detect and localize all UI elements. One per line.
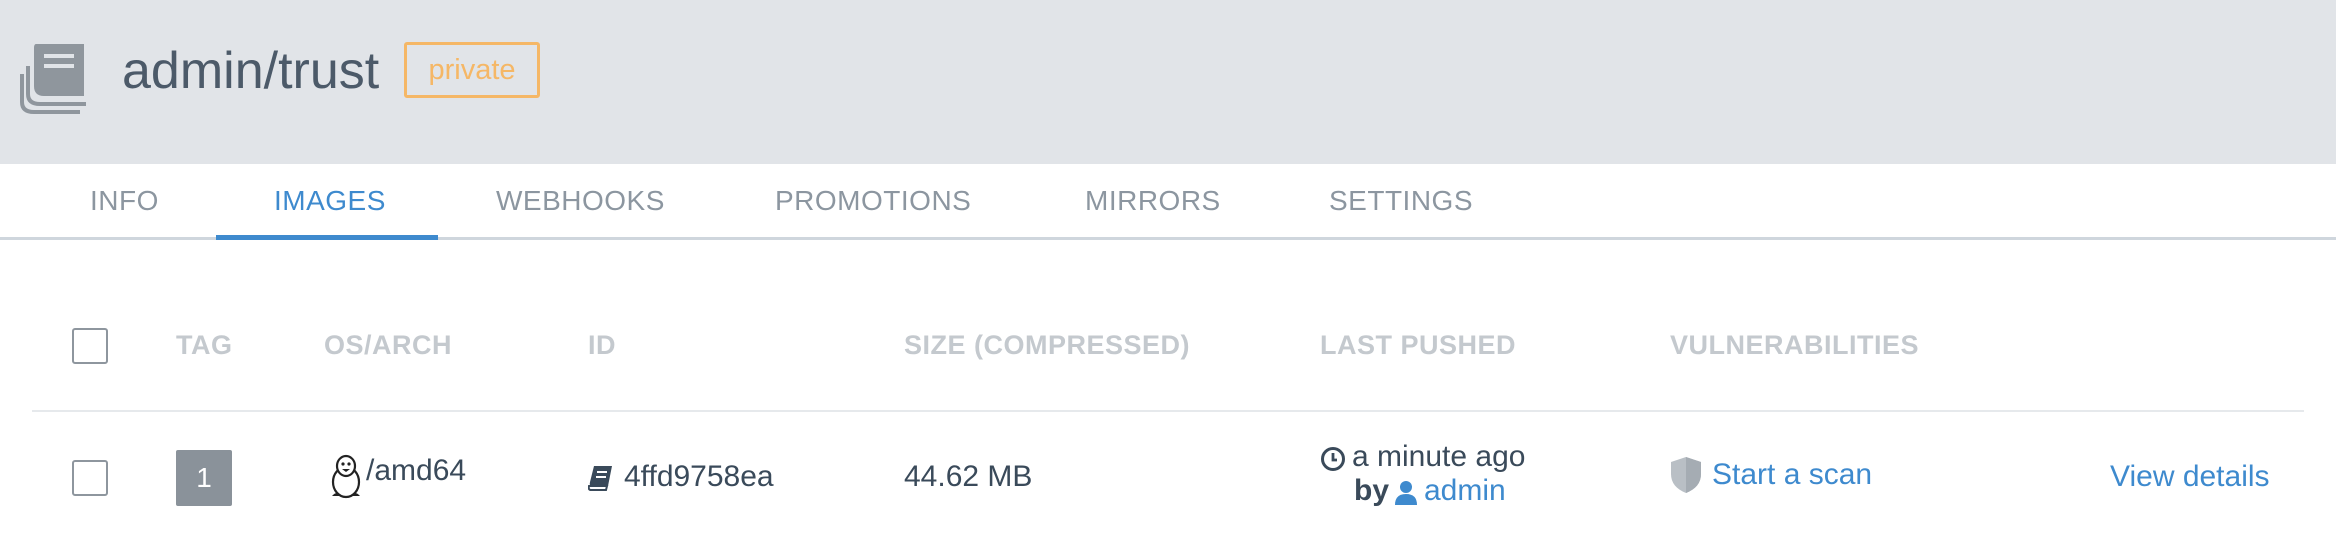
active-tab-indicator: [216, 235, 438, 240]
select-all-checkbox[interactable]: [72, 328, 108, 364]
shield-icon: [1671, 457, 1701, 493]
start-scan-link[interactable]: Start a scan: [1712, 458, 1872, 492]
repository-header: admin/trust private: [0, 0, 2336, 164]
book-stack-icon: [20, 44, 86, 114]
tab-info[interactable]: INFO: [90, 164, 159, 238]
pushed-by-user-link[interactable]: admin: [1424, 474, 1506, 508]
row-select-checkbox[interactable]: [72, 460, 108, 496]
tag-badge[interactable]: 1: [176, 450, 232, 506]
tab-webhooks[interactable]: WEBHOOKS: [496, 164, 665, 238]
os-arch-value: /amd64: [366, 454, 467, 487]
column-header-vulnerabilities[interactable]: VULNERABILITIES: [1670, 330, 1919, 361]
clock-icon: [1321, 447, 1345, 471]
user-icon: [1395, 481, 1417, 505]
column-header-id[interactable]: ID: [588, 330, 616, 361]
tab-settings[interactable]: SETTINGS: [1329, 164, 1473, 238]
column-header-size[interactable]: SIZE (COMPRESSED): [904, 330, 1190, 361]
last-pushed-time: a minute ago: [1352, 440, 1526, 473]
tab-mirrors[interactable]: MIRRORS: [1085, 164, 1221, 238]
table-header-divider: [32, 410, 2304, 412]
column-header-last-pushed[interactable]: LAST PUSHED: [1320, 330, 1516, 361]
repository-title: admin/trust: [122, 42, 380, 100]
book-icon: [588, 466, 612, 491]
linux-penguin-icon: [331, 454, 361, 499]
image-id: 4ffd9758ea: [624, 460, 774, 493]
column-header-tag[interactable]: TAG: [176, 330, 233, 361]
image-size: 44.62 MB: [904, 460, 1033, 493]
tab-images[interactable]: IMAGES: [274, 164, 386, 238]
pushed-by-prefix: by: [1354, 474, 1390, 507]
tab-promotions[interactable]: PROMOTIONS: [775, 164, 971, 238]
visibility-badge: private: [404, 42, 540, 98]
view-details-link[interactable]: View details: [2110, 460, 2270, 494]
column-header-os-arch[interactable]: OS/ARCH: [324, 330, 452, 361]
